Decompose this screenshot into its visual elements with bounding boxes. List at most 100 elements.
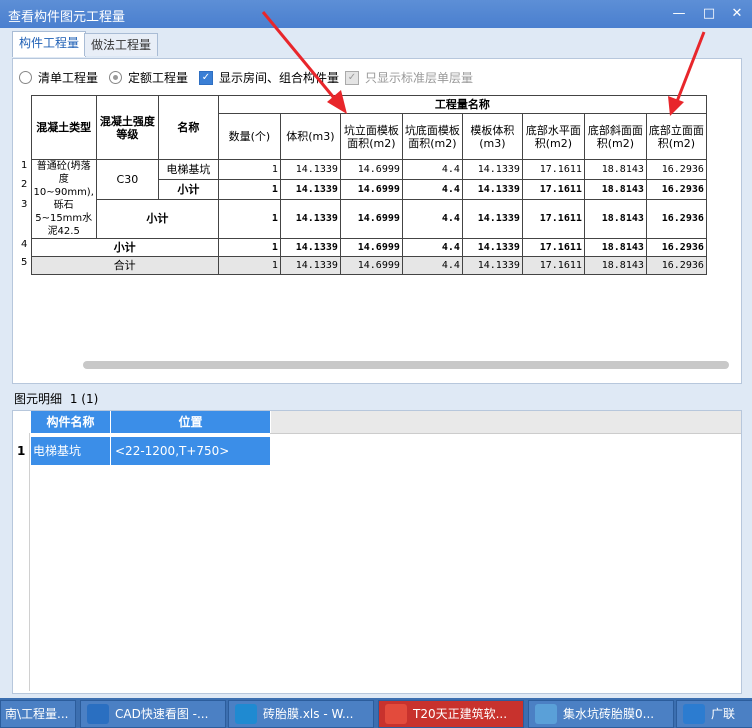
minimize-icon[interactable]: — — [668, 4, 690, 24]
cell-value: 1 — [217, 198, 281, 239]
title-bar: 查看构件图元工程量 — □ ✕ — [0, 0, 752, 28]
taskbar: 南\工程量... CAD快速看图 -... 砖胎膜.xls - W... T20… — [0, 698, 752, 728]
cell-type: 普通砼(坍落度10~90mm),砾石5~15mm水泥42.5 — [30, 159, 97, 239]
cell-value: 1 — [217, 256, 281, 275]
tab-component-quantity[interactable]: 构件工程量 — [12, 31, 87, 57]
header-grade: 混凝土强度等级 — [95, 95, 159, 160]
header-col: 数量(个) — [217, 113, 281, 160]
taskbar-item[interactable]: T20天正建筑软... — [378, 700, 524, 728]
cell-name: 小计 — [157, 178, 219, 200]
close-icon[interactable]: ✕ — [726, 4, 748, 24]
quantity-table: 混凝土类型 混凝土强度等级 名称 工程量名称 数量(个) 体积(m3) 坑立面模… — [21, 95, 707, 275]
red-arrow-icon — [261, 11, 347, 114]
detail-header-position[interactable]: 位置 — [111, 411, 271, 433]
radio-qd-label: 清单工程量 — [38, 71, 99, 85]
cell-value: 17.1611 — [521, 159, 585, 180]
cell-value: 18.8143 — [583, 159, 647, 180]
table-row[interactable]: 3 小计 1 14.1339 14.6999 4.4 14.1339 17.16… — [21, 198, 707, 239]
cell-value: 14.6999 — [339, 238, 403, 257]
cell-value: 14.1339 — [279, 198, 341, 239]
cell-value: 14.1339 — [279, 238, 341, 257]
cad-viewer-icon — [87, 704, 109, 724]
cell-value: 4.4 — [401, 238, 463, 257]
window-title: 查看构件图元工程量 — [8, 10, 126, 25]
radio-qd[interactable]: 清单工程量 — [19, 69, 98, 86]
tab-bar: 构件工程量 做法工程量 — [0, 28, 752, 58]
header-col: 坑立面模板面积(m2) — [339, 113, 403, 160]
cell-name: 小计 — [95, 198, 219, 239]
cell-value: 17.1611 — [521, 238, 585, 257]
header-name: 名称 — [157, 95, 219, 160]
cell-value: 18.8143 — [583, 256, 647, 275]
cell-value: 17.1611 — [521, 178, 585, 200]
image-icon — [535, 704, 557, 724]
cell-value: 14.6999 — [339, 178, 403, 200]
quantity-panel: 清单工程量 定额工程量 ✓ 显示房间、组合构件量 ✓ 只显示标准层单层量 混凝土… — [12, 58, 742, 384]
horizontal-scrollbar[interactable] — [83, 361, 729, 369]
cell-value: 14.1339 — [461, 238, 523, 257]
cell-value: 18.8143 — [583, 198, 647, 239]
cell-grade: C30 — [95, 159, 159, 200]
radio-de[interactable]: 定额工程量 — [109, 69, 188, 86]
detail-cell-position[interactable]: <22-1200,T+750> — [111, 437, 270, 465]
cell-value: 14.1339 — [461, 256, 523, 275]
cell-value: 4.4 — [401, 159, 463, 180]
glodon-icon — [683, 704, 705, 724]
cell-value: 17.1611 — [521, 198, 585, 239]
header-col: 坑底面模板面积(m2) — [401, 113, 463, 160]
header-row-1: 混凝土类型 混凝土强度等级 名称 工程量名称 — [21, 95, 707, 160]
header-col: 模板体积(m3) — [461, 113, 523, 160]
detail-header-name[interactable]: 构件名称 — [31, 411, 111, 433]
cell-value: 16.2936 — [645, 178, 707, 200]
cell-value: 17.1611 — [521, 256, 585, 275]
detail-row-number: 1 — [17, 444, 26, 458]
cell-value: 14.1339 — [461, 159, 523, 180]
maximize-icon[interactable]: □ — [698, 4, 720, 24]
taskbar-item[interactable]: CAD快速看图 -... — [80, 700, 226, 728]
cell-value: 4.4 — [401, 178, 463, 200]
wps-spreadsheet-icon — [235, 704, 257, 724]
red-arrow-icon — [668, 31, 706, 116]
header-col: 底部立面面积(m2) — [645, 113, 707, 160]
cell-name: 电梯基坑 — [157, 159, 219, 180]
cell-value: 4.4 — [401, 256, 463, 275]
header-col: 底部斜面面积(m2) — [583, 113, 647, 160]
header-col: 体积(m3) — [279, 113, 341, 160]
cell-value: 16.2936 — [645, 159, 707, 180]
detail-count: 1 (1) — [69, 392, 99, 406]
header-col: 底部水平面积(m2) — [521, 113, 585, 160]
cell-value: 14.6999 — [339, 198, 403, 239]
detail-label: 图元明细 1 (1) — [14, 392, 99, 406]
cell-value: 18.8143 — [583, 178, 647, 200]
checkbox-checked-icon[interactable]: ✓ — [199, 70, 213, 85]
cell-value: 14.1339 — [279, 178, 341, 200]
taskbar-item[interactable]: 集水坑砖胎膜0... — [528, 700, 674, 728]
table-row-total[interactable]: 5 合计 1 14.1339 14.6999 4.4 14.1339 17.16… — [21, 256, 707, 275]
cell-name: 合计 — [30, 256, 219, 275]
radio-qd-icon[interactable] — [19, 71, 32, 84]
detail-panel: 构件名称 位置 1 电梯基坑 <22-1200,T+750> — [12, 410, 742, 694]
cell-value: 14.1339 — [279, 159, 341, 180]
table-row[interactable]: 1 普通砼(坍落度10~90mm),砾石5~15mm水泥42.5 C30 电梯基… — [21, 159, 707, 239]
radio-de-label: 定额工程量 — [128, 71, 189, 85]
tab-method-quantity[interactable]: 做法工程量 — [84, 33, 159, 56]
cell-value: 1 — [217, 178, 281, 200]
check-std-floor: ✓ 只显示标准层单层量 — [345, 69, 473, 86]
cell-value: 18.8143 — [583, 238, 647, 257]
cell-value: 16.2936 — [645, 198, 707, 239]
tangent-arch-icon — [385, 704, 407, 724]
check-std-floor-label: 只显示标准层单层量 — [365, 71, 474, 85]
detail-cell-name[interactable]: 电梯基坑 — [31, 437, 110, 465]
cell-value: 14.1339 — [461, 198, 523, 239]
taskbar-item[interactable]: 南\工程量... — [0, 700, 76, 728]
radio-de-icon[interactable] — [109, 71, 122, 84]
taskbar-item[interactable]: 砖胎膜.xls - W... — [228, 700, 374, 728]
cell-value: 16.2936 — [645, 256, 707, 275]
taskbar-item[interactable]: 广联 — [676, 700, 752, 728]
cell-value: 16.2936 — [645, 238, 707, 257]
cell-value: 14.1339 — [461, 178, 523, 200]
cell-value: 1 — [217, 238, 281, 257]
cell-value: 1 — [217, 159, 281, 180]
cell-value: 14.1339 — [279, 256, 341, 275]
table-row[interactable]: 4 小计 1 14.1339 14.6999 4.4 14.1339 17.16… — [21, 238, 707, 257]
